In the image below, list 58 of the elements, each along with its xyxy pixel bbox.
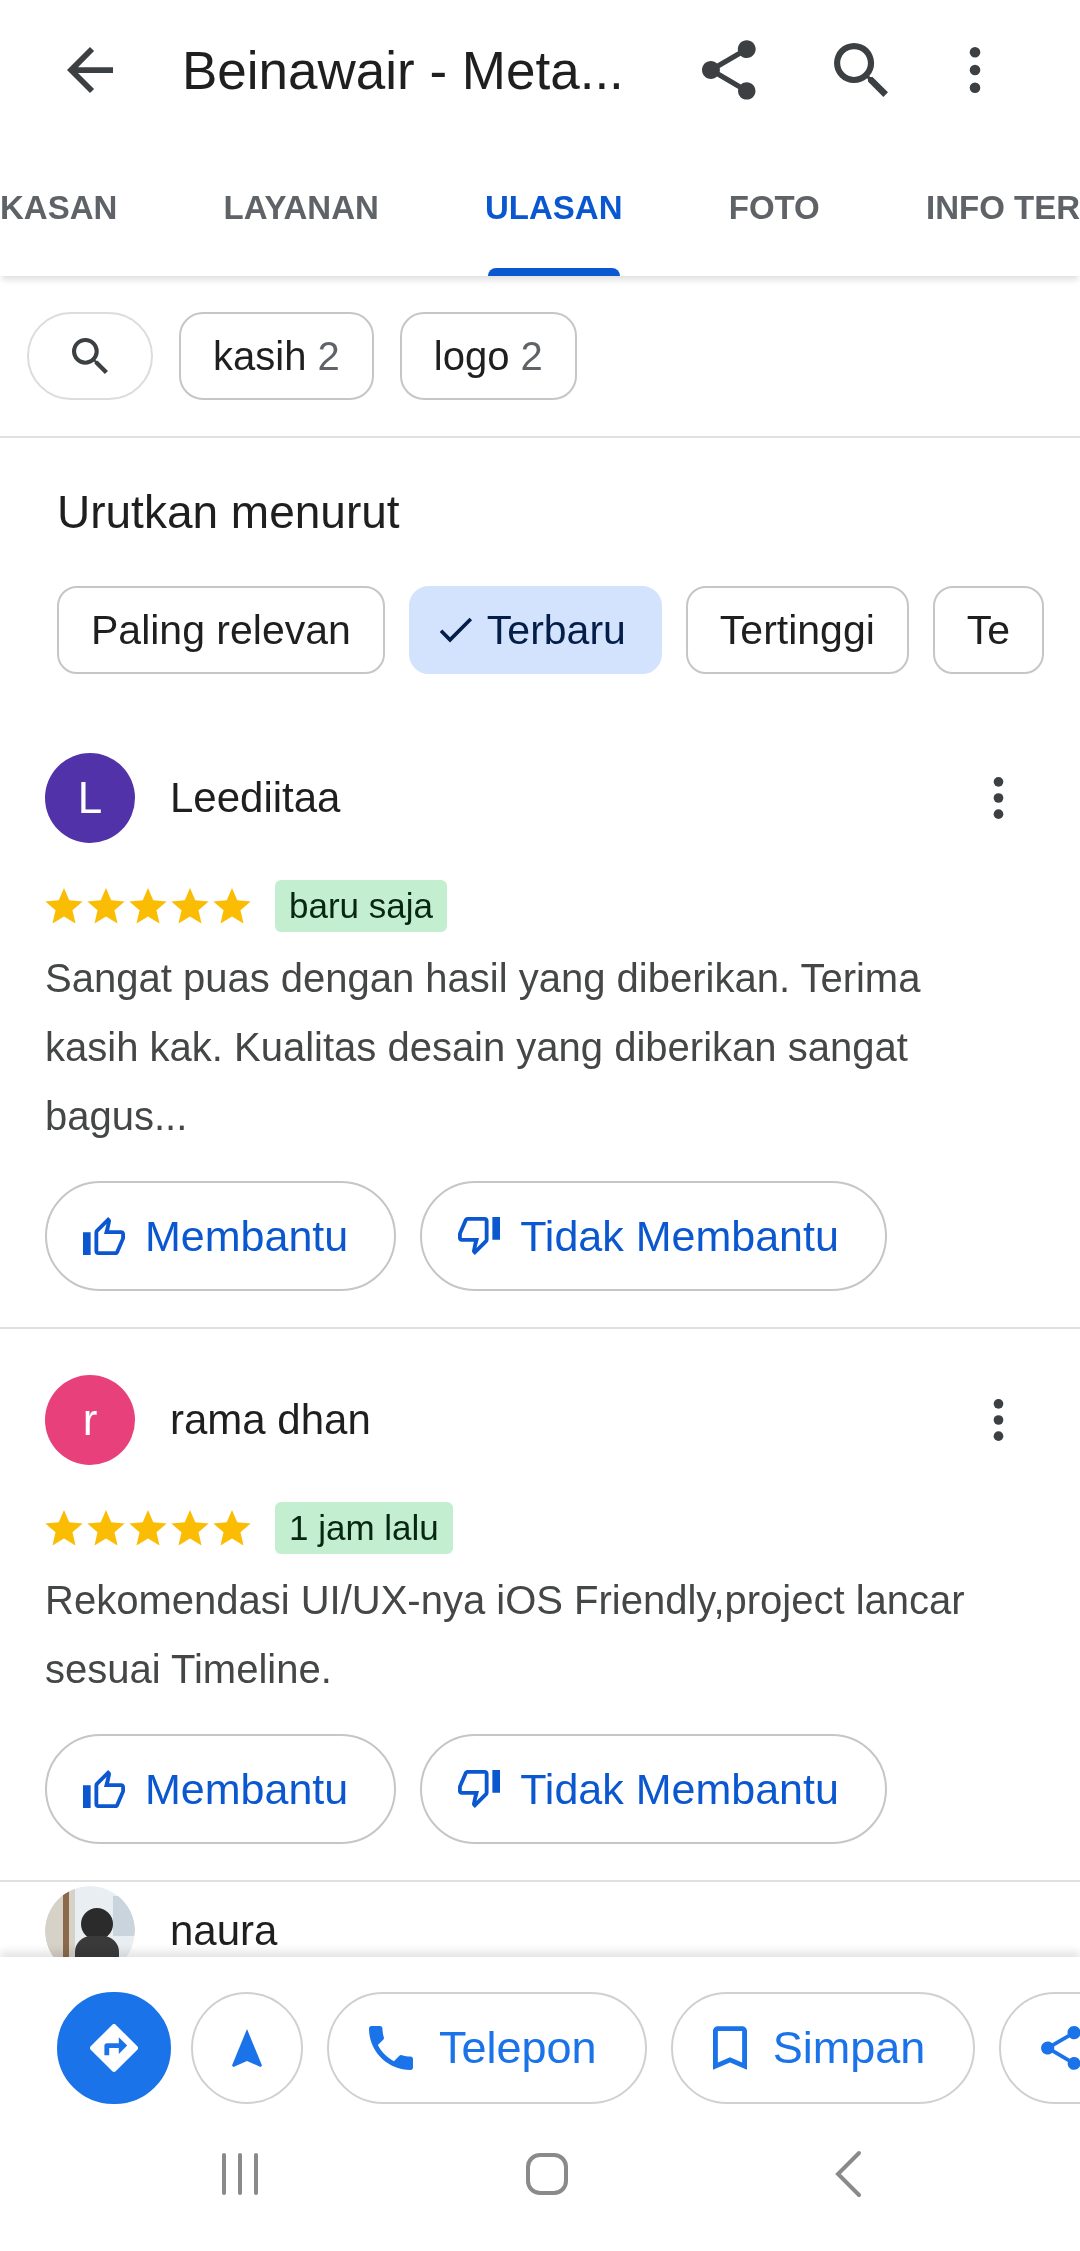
tab[interactable]: FOTO bbox=[728, 140, 820, 276]
recent-apps-icon[interactable] bbox=[220, 2151, 260, 2197]
review-text: Sangat puas dengan hasil yang diberikan. Terima kasih kak. Kualitas desain yang diberikan sangat bagus... bbox=[45, 955, 922, 1140]
star-icon bbox=[171, 1510, 209, 1546]
star-icon bbox=[87, 1510, 125, 1546]
topic-chip[interactable]: logo 2 bbox=[399, 312, 577, 400]
thumbs-down-icon bbox=[458, 1769, 501, 1809]
reviewer-name: Leediitaa bbox=[170, 774, 342, 822]
bookmark-icon bbox=[712, 2026, 747, 2070]
topic-chip[interactable]: kasih 2 bbox=[179, 312, 374, 400]
user-avatar: r bbox=[45, 1375, 135, 1465]
time-tag: 1 jam lalu bbox=[275, 1502, 453, 1554]
star-icon bbox=[171, 888, 209, 924]
star-icon bbox=[129, 1510, 167, 1546]
star-icon bbox=[129, 888, 167, 924]
share-icon bbox=[1039, 2026, 1080, 2070]
helpful-button[interactable]: Membantu bbox=[45, 1734, 397, 1844]
navigation-arrow-icon bbox=[232, 2028, 262, 2068]
more-options-icon[interactable] bbox=[992, 777, 1005, 819]
search-icon[interactable] bbox=[834, 43, 888, 97]
star-icon bbox=[87, 888, 125, 924]
helpful-button[interactable]: Membantu bbox=[45, 1181, 397, 1291]
turn-arrow-icon bbox=[90, 2024, 138, 2072]
sort-chip[interactable]: Paling relevan bbox=[57, 586, 385, 674]
save-button[interactable]: Simpan bbox=[670, 1992, 976, 2104]
star-icon bbox=[45, 888, 83, 924]
tab[interactable]: INFO TER bbox=[926, 140, 1080, 276]
thumbs-up-icon bbox=[83, 1769, 125, 1809]
reviewer-name: rama dhan bbox=[170, 1396, 372, 1444]
star-icon bbox=[45, 1510, 83, 1546]
time-tag: baru saja bbox=[275, 880, 447, 932]
phone-icon bbox=[369, 2026, 413, 2070]
more-options-icon[interactable] bbox=[968, 47, 982, 93]
place-title: Beinawair - Meta... bbox=[182, 39, 625, 101]
reviewer-name: naura bbox=[170, 1907, 279, 1955]
tab[interactable]: LAYANAN bbox=[223, 140, 379, 276]
review-text: Rekomendasi UI/UX-nya iOS Friendly,project lancar sesuai Timeline. bbox=[45, 1577, 966, 1693]
sort-chip[interactable]: Tertinggi bbox=[685, 586, 909, 674]
back-arrow-icon[interactable] bbox=[67, 47, 113, 93]
sort-chip[interactable]: Terbaru bbox=[408, 586, 662, 674]
star-icon bbox=[213, 888, 251, 924]
thumbs-down-icon bbox=[458, 1216, 501, 1256]
call-button[interactable]: Telepon bbox=[327, 1992, 647, 2104]
sort-chip[interactable]: Te bbox=[932, 586, 1045, 674]
user-avatar: L bbox=[45, 753, 135, 843]
not-helpful-button[interactable]: Tidak Membantu bbox=[420, 1734, 887, 1844]
sort-heading: Urutkan menurut bbox=[57, 488, 401, 536]
tab[interactable]: ULASAN bbox=[485, 140, 623, 276]
share-icon[interactable] bbox=[702, 40, 756, 100]
tab[interactable]: KASAN bbox=[0, 140, 118, 276]
check-icon bbox=[438, 616, 473, 644]
search-icon bbox=[72, 338, 108, 374]
home-icon[interactable] bbox=[525, 2152, 569, 2196]
back-icon[interactable] bbox=[834, 2150, 862, 2198]
not-helpful-button[interactable]: Tidak Membantu bbox=[420, 1181, 887, 1291]
more-options-icon[interactable] bbox=[992, 1399, 1005, 1441]
thumbs-up-icon bbox=[83, 1216, 125, 1256]
star-icon bbox=[213, 1510, 251, 1546]
